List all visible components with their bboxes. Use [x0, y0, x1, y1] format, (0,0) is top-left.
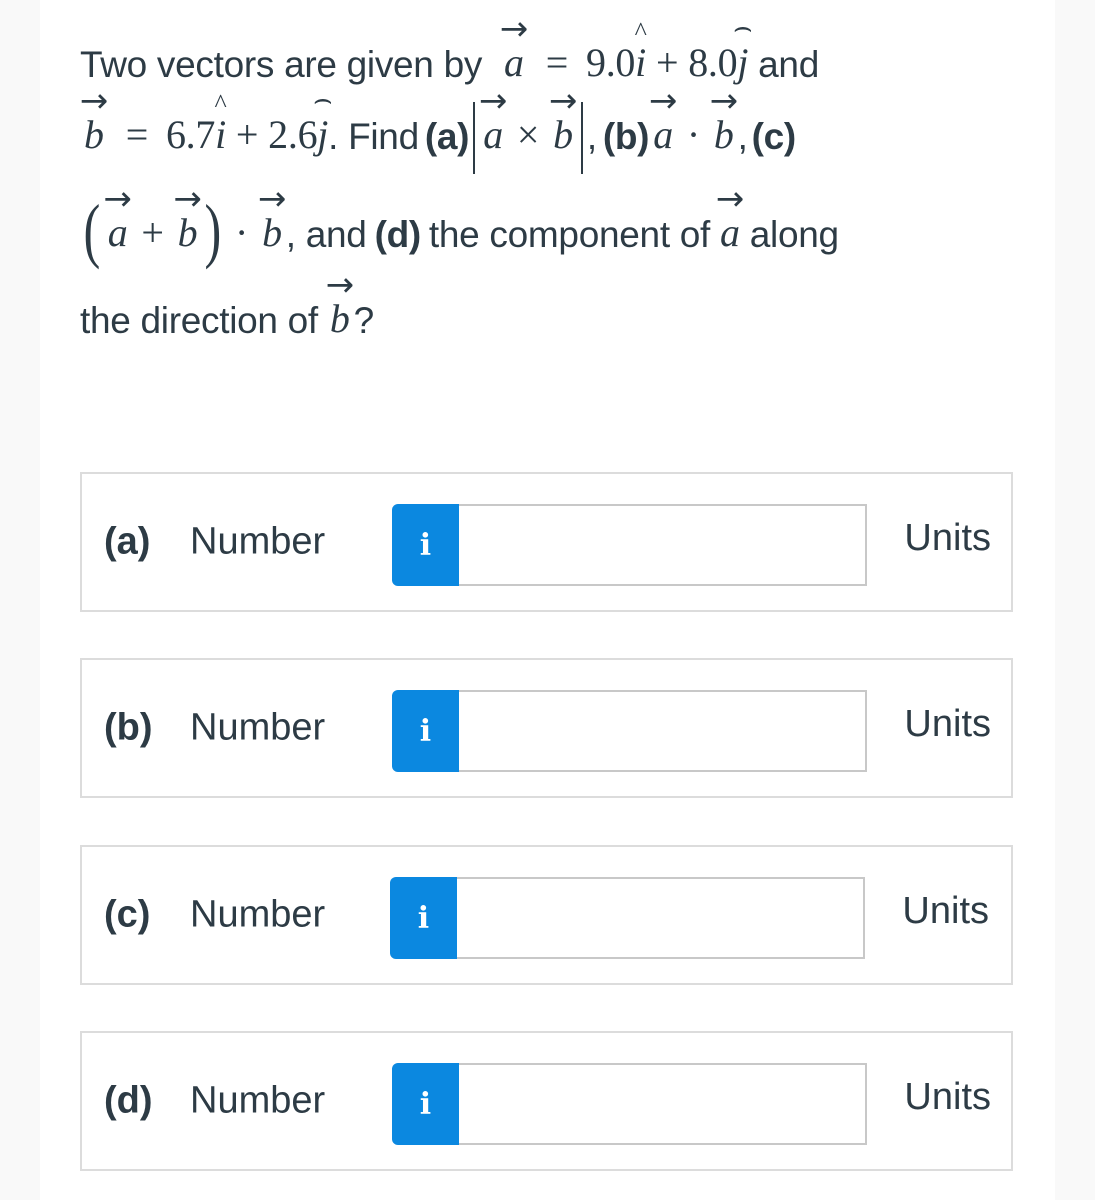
- plus-sign: +: [141, 210, 164, 255]
- answer-part-label: (d): [104, 1079, 153, 1122]
- vector-b: b: [710, 111, 738, 158]
- info-button[interactable]: i: [392, 504, 459, 586]
- info-icon: i: [419, 527, 432, 563]
- vector-b: b: [258, 209, 286, 256]
- answer-type-label: Number: [190, 1079, 326, 1122]
- direction-text: the direction of: [80, 300, 318, 341]
- info-button[interactable]: i: [392, 1063, 459, 1145]
- question-line-1: Two vectors are given by a = 9.0 i + 8.0…: [80, 24, 1000, 86]
- info-button[interactable]: i: [390, 877, 457, 959]
- info-button[interactable]: i: [392, 690, 459, 772]
- vector-a: a: [479, 111, 507, 158]
- equals-sign: =: [125, 112, 149, 157]
- page: Two vectors are given by a = 9.0 i + 8.0…: [40, 0, 1055, 1200]
- equals-sign: =: [545, 40, 569, 85]
- intro-text: Two vectors are given by: [80, 44, 483, 85]
- answer-row-a: (a) Number i Units: [80, 472, 1013, 612]
- number-input-b[interactable]: [459, 690, 867, 772]
- question-text: Two vectors are given by a = 9.0 i + 8.0…: [80, 24, 1000, 342]
- answer-part-label: (a): [104, 520, 151, 563]
- vector-a: a: [716, 209, 744, 256]
- number-input-c[interactable]: [457, 877, 865, 959]
- part-b-label: (b): [602, 116, 650, 157]
- comma: ,: [586, 116, 597, 157]
- answer-part-label: (b): [104, 706, 153, 749]
- answer-row-c: (c) Number i Units: [80, 845, 1013, 985]
- plus-sign: +: [655, 40, 679, 85]
- question-line-4: the direction of b ?: [80, 256, 1000, 342]
- a-x-component: 9.0: [586, 40, 636, 85]
- dot-sign: ·: [235, 210, 249, 255]
- vector-b: b: [326, 295, 354, 342]
- info-icon: i: [419, 1086, 432, 1122]
- part-a-label: (a): [424, 116, 470, 157]
- question-line-3: ( a + b ) · b , and (d) the component of…: [80, 158, 1000, 266]
- units-label: Units: [904, 703, 991, 746]
- answer-part-label: (c): [104, 893, 151, 936]
- units-label: Units: [902, 890, 989, 933]
- dot-sign: ·: [686, 112, 700, 157]
- units-label: Units: [904, 1076, 991, 1119]
- info-icon: i: [419, 713, 432, 749]
- units-label: Units: [904, 517, 991, 560]
- along-text: along: [749, 214, 839, 255]
- a-y-component: 8.0: [688, 40, 738, 85]
- unit-vector-j: j: [737, 39, 748, 86]
- vector-a: a: [500, 39, 528, 86]
- find-text: . Find: [328, 116, 419, 157]
- vector-b: b: [174, 209, 202, 256]
- question-mark: ?: [353, 300, 375, 341]
- unit-vector-j: j: [317, 111, 328, 158]
- vector-b: b: [80, 111, 108, 158]
- question-line-2: b = 6.7 i + 2.6 j . Find (a) a × b , (b)…: [80, 86, 1000, 174]
- component-text: the component of: [428, 214, 711, 255]
- answer-type-label: Number: [190, 706, 326, 749]
- number-input-d[interactable]: [459, 1063, 867, 1145]
- and-d-text: , and: [285, 214, 367, 255]
- vector-b: b: [549, 111, 577, 158]
- vector-a: a: [649, 111, 677, 158]
- cross-sign: ×: [516, 112, 540, 157]
- answer-type-label: Number: [190, 520, 326, 563]
- unit-vector-i: i: [215, 111, 226, 158]
- number-input-a[interactable]: [459, 504, 867, 586]
- and-text: and: [758, 44, 819, 85]
- answer-row-d: (d) Number i Units: [80, 1031, 1013, 1171]
- unit-vector-i: i: [635, 39, 646, 86]
- vector-a: a: [104, 209, 132, 256]
- answer-type-label: Number: [190, 893, 326, 936]
- b-y-component: 2.6: [268, 112, 318, 157]
- part-d-label: (d): [374, 214, 422, 255]
- answer-row-b: (b) Number i Units: [80, 658, 1013, 798]
- part-c-label: (c): [751, 116, 797, 157]
- plus-sign: +: [235, 112, 259, 157]
- info-icon: i: [417, 900, 430, 936]
- b-x-component: 6.7: [165, 112, 216, 157]
- comma: ,: [737, 116, 748, 157]
